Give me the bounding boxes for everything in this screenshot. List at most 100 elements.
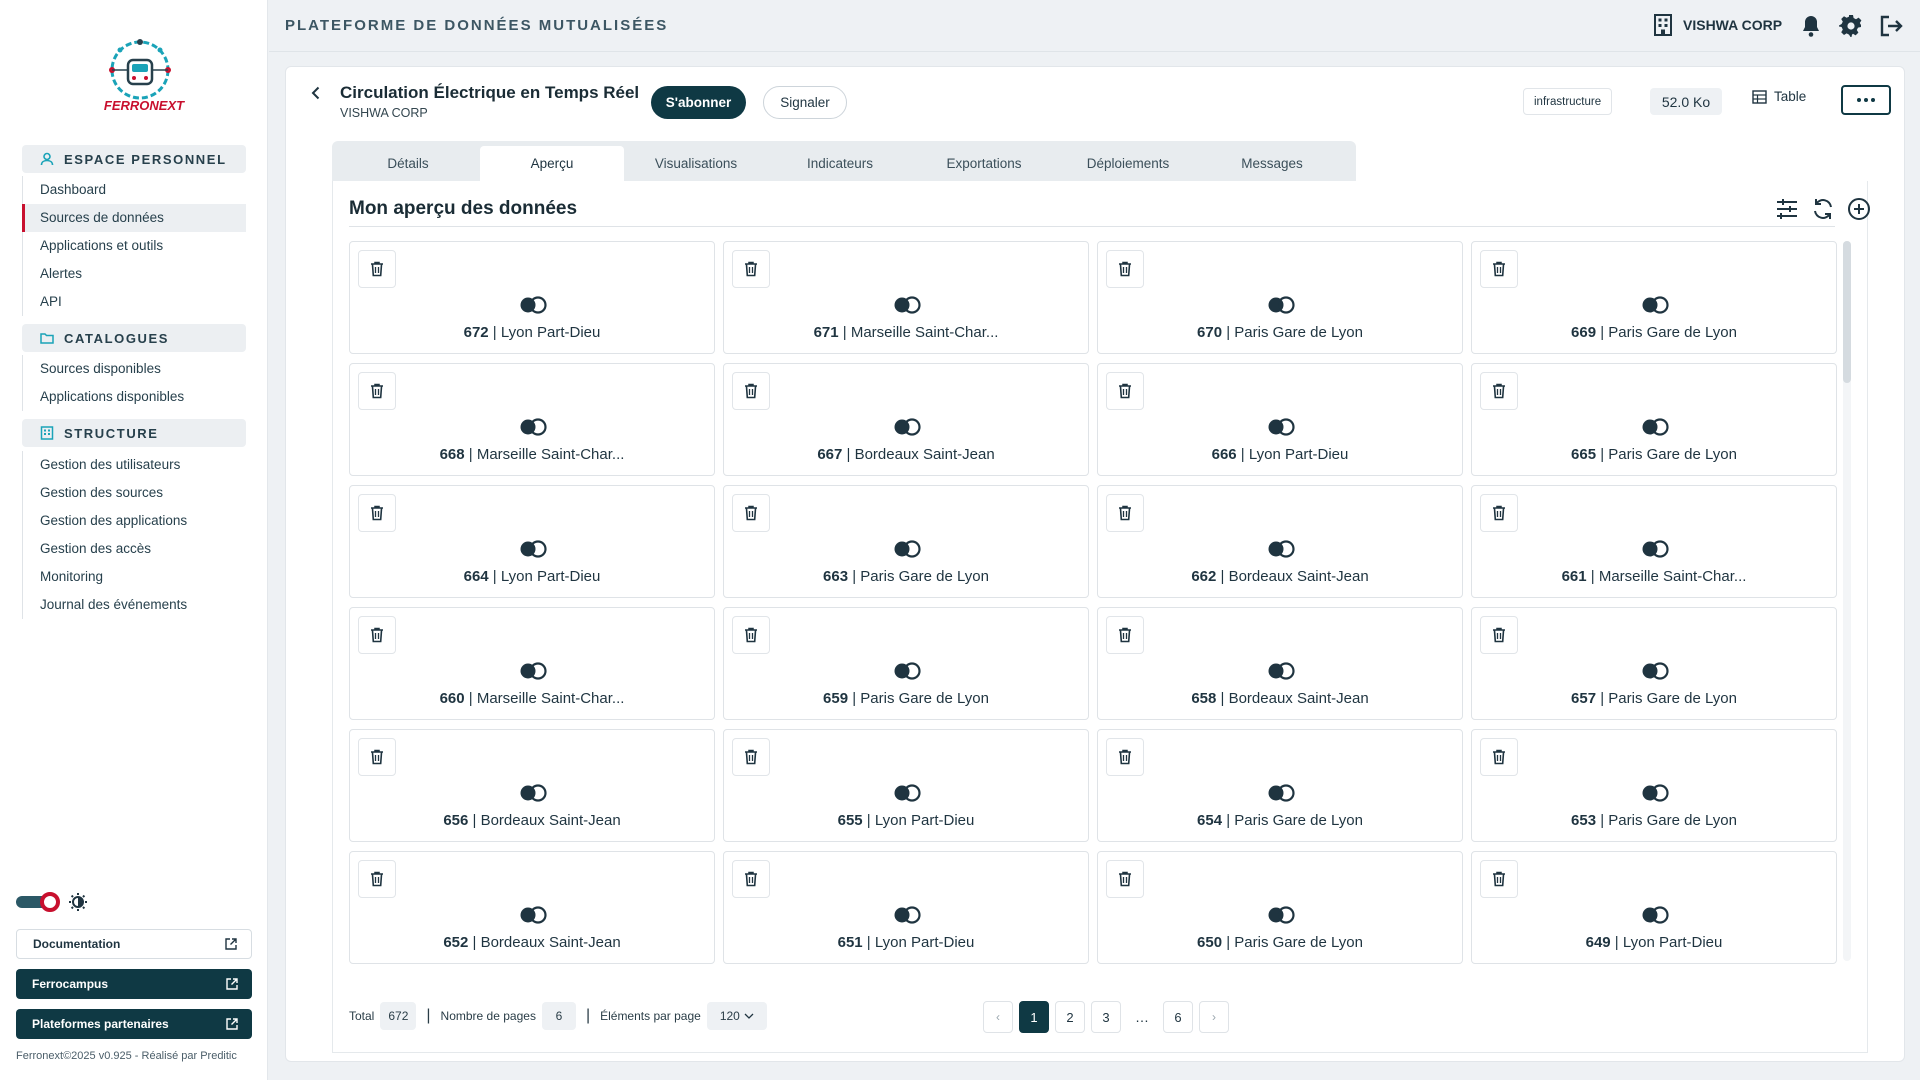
- delete-button[interactable]: [732, 494, 770, 532]
- sidebar-item-dashboard[interactable]: Dashboard: [23, 176, 246, 204]
- tab-apercu[interactable]: Aperçu: [480, 146, 624, 181]
- refresh-icon[interactable]: [1811, 197, 1835, 221]
- bell-icon[interactable]: [1799, 14, 1823, 38]
- ferronext-logo[interactable]: FERRONEXT: [94, 34, 194, 116]
- table-view-button[interactable]: Table: [1752, 89, 1806, 104]
- subscribe-button[interactable]: S'abonner: [651, 86, 746, 119]
- tag-chip[interactable]: infrastructure: [1523, 88, 1613, 115]
- sidebar-item-applications-et-outils[interactable]: Applications et outils: [23, 232, 246, 260]
- preview-tile[interactable]: 659 | Paris Gare de Lyon: [723, 607, 1089, 720]
- scrollbar[interactable]: [1843, 241, 1851, 961]
- nav-espace-personnel: Dashboard Sources de données Application…: [22, 176, 246, 316]
- preview-tile[interactable]: 665 | Paris Gare de Lyon: [1471, 363, 1837, 476]
- report-button[interactable]: Signaler: [763, 86, 847, 119]
- sidebar-item-monitoring[interactable]: Monitoring: [23, 563, 246, 591]
- sliders-icon[interactable]: [1775, 197, 1799, 221]
- tile-station: Paris Gare de Lyon: [1234, 324, 1363, 341]
- preview-tile[interactable]: 654 | Paris Gare de Lyon: [1097, 729, 1463, 842]
- prev-page-button[interactable]: ‹: [983, 1001, 1013, 1033]
- delete-button[interactable]: [732, 250, 770, 288]
- preview-tile[interactable]: 669 | Paris Gare de Lyon: [1471, 241, 1837, 354]
- delete-button[interactable]: [1480, 616, 1518, 654]
- delete-button[interactable]: [358, 250, 396, 288]
- logout-icon[interactable]: [1879, 14, 1903, 38]
- preview-tile[interactable]: 664 | Lyon Part-Dieu: [349, 485, 715, 598]
- delete-button[interactable]: [732, 738, 770, 776]
- add-circle-icon[interactable]: [1847, 197, 1871, 221]
- delete-button[interactable]: [1106, 494, 1144, 532]
- sidebar-item-gestion-sources[interactable]: Gestion des sources: [23, 479, 246, 507]
- preview-tile[interactable]: 656 | Bordeaux Saint-Jean: [349, 729, 715, 842]
- preview-tile[interactable]: 653 | Paris Gare de Lyon: [1471, 729, 1837, 842]
- org-switcher[interactable]: VISHWA CORP: [1653, 14, 1782, 36]
- preview-tile[interactable]: 663 | Paris Gare de Lyon: [723, 485, 1089, 598]
- delete-button[interactable]: [732, 616, 770, 654]
- preview-tile[interactable]: 672 | Lyon Part-Dieu: [349, 241, 715, 354]
- preview-tile[interactable]: 650 | Paris Gare de Lyon: [1097, 851, 1463, 964]
- tile-station: Bordeaux Saint-Jean: [480, 812, 621, 829]
- tab-deploiements[interactable]: Déploiements: [1056, 146, 1200, 181]
- delete-button[interactable]: [732, 860, 770, 898]
- delete-button[interactable]: [1480, 372, 1518, 410]
- tab-exportations[interactable]: Exportations: [912, 146, 1056, 181]
- delete-button[interactable]: [358, 372, 396, 410]
- delete-button[interactable]: [358, 494, 396, 532]
- preview-tile[interactable]: 662 | Bordeaux Saint-Jean: [1097, 485, 1463, 598]
- page-button-1[interactable]: 1: [1019, 1001, 1049, 1033]
- tab-indicateurs[interactable]: Indicateurs: [768, 146, 912, 181]
- ferrocampus-button[interactable]: Ferrocampus: [16, 969, 252, 999]
- preview-tile[interactable]: 651 | Lyon Part-Dieu: [723, 851, 1089, 964]
- delete-button[interactable]: [1480, 494, 1518, 532]
- sidebar-item-gestion-acces[interactable]: Gestion des accès: [23, 535, 246, 563]
- preview-tile[interactable]: 655 | Lyon Part-Dieu: [723, 729, 1089, 842]
- documentation-button[interactable]: Documentation: [16, 929, 252, 959]
- scrollbar-thumb[interactable]: [1843, 241, 1851, 383]
- more-options-button[interactable]: [1841, 85, 1891, 115]
- sidebar-item-applications-disponibles[interactable]: Applications disponibles: [23, 383, 246, 411]
- delete-button[interactable]: [1106, 250, 1144, 288]
- sidebar-item-gestion-applications[interactable]: Gestion des applications: [23, 507, 246, 535]
- tab-visualisations[interactable]: Visualisations: [624, 146, 768, 181]
- preview-tile[interactable]: 671 | Marseille Saint-Char...: [723, 241, 1089, 354]
- sidebar-item-sources-disponibles[interactable]: Sources disponibles: [23, 355, 246, 383]
- sidebar-item-api[interactable]: API: [23, 288, 246, 316]
- page-button-6[interactable]: 6: [1163, 1001, 1193, 1033]
- delete-button[interactable]: [1106, 372, 1144, 410]
- preview-tile[interactable]: 658 | Bordeaux Saint-Jean: [1097, 607, 1463, 720]
- preview-tile[interactable]: 657 | Paris Gare de Lyon: [1471, 607, 1837, 720]
- page-button-3[interactable]: 3: [1091, 1001, 1121, 1033]
- gear-icon[interactable]: [1839, 14, 1863, 38]
- sidebar-item-sources-de-donnees[interactable]: Sources de données: [22, 204, 246, 232]
- partner-platforms-button[interactable]: Plateformes partenaires: [16, 1009, 252, 1039]
- per-page-select[interactable]: 120: [706, 1002, 767, 1030]
- sidebar-item-gestion-utilisateurs[interactable]: Gestion des utilisateurs: [23, 451, 246, 479]
- delete-button[interactable]: [1480, 250, 1518, 288]
- theme-toggle[interactable]: [16, 892, 60, 912]
- delete-button[interactable]: [1106, 860, 1144, 898]
- delete-button[interactable]: [358, 860, 396, 898]
- delete-button[interactable]: [732, 372, 770, 410]
- sidebar-item-alertes[interactable]: Alertes: [23, 260, 246, 288]
- sidebar-item-journal-evenements[interactable]: Journal des événements: [23, 591, 246, 619]
- preview-tile[interactable]: 652 | Bordeaux Saint-Jean: [349, 851, 715, 964]
- tab-messages[interactable]: Messages: [1200, 146, 1344, 181]
- tab-details[interactable]: Détails: [336, 146, 480, 181]
- delete-button[interactable]: [358, 738, 396, 776]
- trash-icon: [371, 261, 383, 277]
- next-page-button[interactable]: ›: [1199, 1001, 1229, 1033]
- preview-tile[interactable]: 666 | Lyon Part-Dieu: [1097, 363, 1463, 476]
- preview-tile[interactable]: 661 | Marseille Saint-Char...: [1471, 485, 1837, 598]
- preview-tile[interactable]: 670 | Paris Gare de Lyon: [1097, 241, 1463, 354]
- tile-label: 666 | Lyon Part-Dieu: [1098, 446, 1462, 463]
- preview-tile[interactable]: 668 | Marseille Saint-Char...: [349, 363, 715, 476]
- delete-button[interactable]: [1106, 616, 1144, 654]
- delete-button[interactable]: [1480, 738, 1518, 776]
- preview-tile[interactable]: 649 | Lyon Part-Dieu: [1471, 851, 1837, 964]
- delete-button[interactable]: [1480, 860, 1518, 898]
- chevron-left-icon[interactable]: [308, 85, 324, 101]
- preview-tile[interactable]: 660 | Marseille Saint-Char...: [349, 607, 715, 720]
- delete-button[interactable]: [1106, 738, 1144, 776]
- preview-tile[interactable]: 667 | Bordeaux Saint-Jean: [723, 363, 1089, 476]
- delete-button[interactable]: [358, 616, 396, 654]
- page-button-2[interactable]: 2: [1055, 1001, 1085, 1033]
